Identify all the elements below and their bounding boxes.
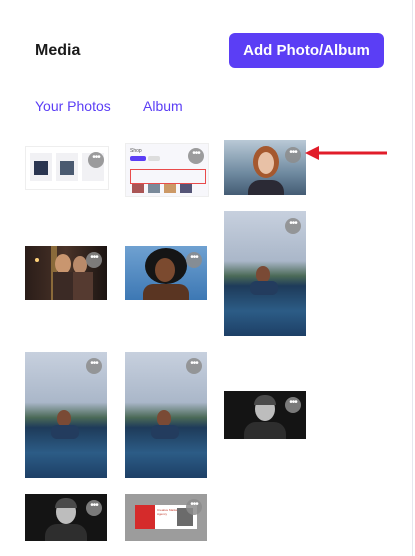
more-options-icon[interactable]: ••• [86,358,102,374]
red-arrow-icon [305,146,387,160]
tab-your-photos[interactable]: Your Photos [35,98,111,114]
more-options-icon[interactable]: ••• [186,252,202,268]
more-options-icon[interactable]: ••• [88,152,104,168]
more-options-icon[interactable]: ••• [86,252,102,268]
media-panel: Media Add Photo/Album Your Photos Album … [0,0,413,556]
photo-thumbnail[interactable]: ••• [224,391,306,439]
thumbnail-text: Shop [130,148,142,154]
photo-thumbnail[interactable]: Shop ••• [125,143,209,197]
photo-thumbnail[interactable]: ••• [224,140,306,195]
more-options-icon[interactable]: ••• [285,147,301,163]
photo-thumbnail[interactable]: ••• [125,352,207,478]
more-options-icon[interactable]: ••• [86,500,102,516]
more-options-icon[interactable]: ••• [186,499,202,515]
more-options-icon[interactable]: ••• [285,397,301,413]
add-photo-album-button[interactable]: Add Photo/Album [229,33,384,68]
tab-album[interactable]: Album [143,98,183,114]
photo-thumbnail[interactable]: ••• [25,494,107,541]
more-options-icon[interactable]: ••• [186,358,202,374]
photo-thumbnail[interactable]: ••• [125,246,207,300]
more-options-icon[interactable]: ••• [188,148,204,164]
photo-thumbnail[interactable]: ••• [25,352,107,478]
page-title: Media [35,42,81,59]
photo-thumbnail[interactable]: ••• [224,211,306,336]
photo-thumbnail[interactable]: ••• [25,146,109,190]
photo-thumbnail[interactable]: ••• [25,246,107,300]
photo-thumbnail[interactable]: Creative Marketing Agency ••• [125,494,207,541]
more-options-icon[interactable]: ••• [285,218,301,234]
